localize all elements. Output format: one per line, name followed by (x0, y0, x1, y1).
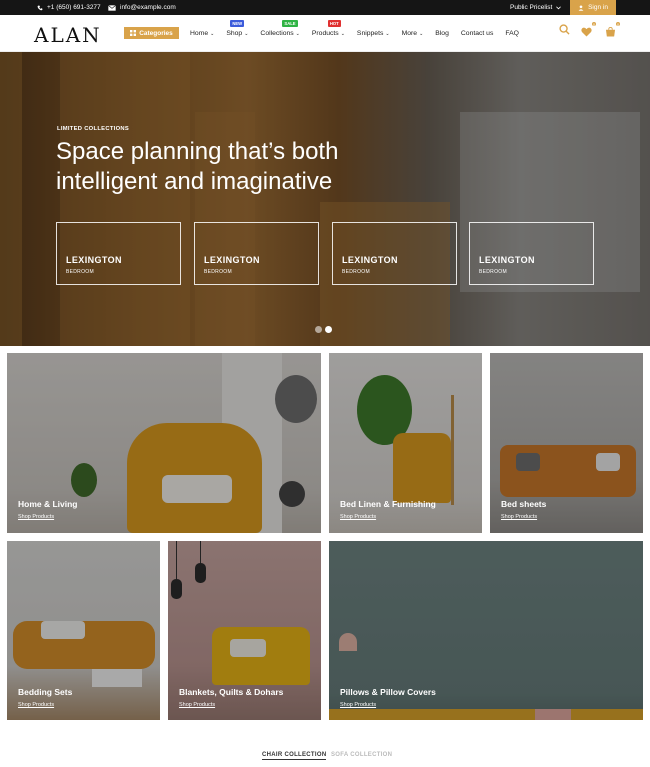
nav-collections-label: Collections (260, 30, 294, 37)
collection-tile-pillows[interactable]: Pillows & Pillow Covers Shop Products (329, 541, 643, 720)
nav-snippets[interactable]: Snippets ⌄ (357, 30, 390, 37)
nav-home-label: Home (190, 30, 209, 37)
hero-card-subtitle: BEDROOM (204, 269, 232, 275)
shop-products-link[interactable]: Shop Products (18, 514, 54, 520)
collection-tabs: CHAIR COLLECTION SOFA COLLECTION (0, 750, 650, 764)
badge-sale: SALE (282, 20, 298, 27)
pricelist-label: Public Pricelist (510, 4, 553, 11)
nav-contact-label: Contact us (460, 30, 494, 37)
hero-card[interactable]: LEXINGTON BEDROOM (469, 222, 594, 285)
collection-tile-blankets[interactable]: Blankets, Quilts & Dohars Shop Products (168, 541, 321, 720)
top-bar: +1 (650) 691-3277 info@example.com Publi… (0, 0, 650, 15)
nav-shop[interactable]: NEW Shop ⌄ (226, 20, 249, 37)
badge-hot: HOT (327, 20, 341, 27)
hero-card[interactable]: LEXINGTON BEDROOM (332, 222, 457, 285)
tile-title: Pillows & Pillow Covers (340, 687, 436, 697)
phone-contact[interactable]: +1 (650) 691-3277 (37, 0, 101, 15)
hero-card[interactable]: LEXINGTON BEDROOM (194, 222, 319, 285)
site-logo[interactable]: ALAN (34, 23, 102, 47)
tile-title: Home & Living (18, 499, 78, 509)
collection-tile-bed-linen[interactable]: Bed Linen & Furnishing Shop Products (329, 353, 482, 533)
collection-tile-bed-sheets[interactable]: Bed sheets Shop Products (490, 353, 643, 533)
wishlist-count: 0 (591, 21, 597, 27)
badge-new: NEW (230, 20, 245, 27)
hero-card-title: LEXINGTON (342, 255, 398, 265)
categories-label: Categories (139, 29, 173, 37)
chevron-down-icon: ⌄ (295, 30, 300, 37)
slider-dots (315, 326, 332, 333)
chevron-down-icon: ⌄ (244, 30, 249, 37)
tab-sofa-collection[interactable]: SOFA COLLECTION (331, 752, 392, 758)
hero-card-subtitle: BEDROOM (342, 269, 370, 275)
cart-button[interactable]: 0 (605, 21, 621, 37)
email-contact[interactable]: info@example.com (108, 0, 176, 15)
categories-button[interactable]: Categories (124, 27, 179, 39)
tile-title: Bedding Sets (18, 687, 73, 697)
hero-card-title: LEXINGTON (479, 255, 535, 265)
main-header: ALAN Categories Home ⌄ NEW Shop ⌄ SALE Colle… (0, 15, 650, 52)
user-icon (578, 4, 584, 11)
shop-products-link[interactable]: Shop Products (18, 702, 54, 708)
tile-title: Bed Linen & Furnishing (340, 499, 436, 509)
hero-card-title: LEXINGTON (66, 255, 122, 265)
hero-card[interactable]: LEXINGTON BEDROOM (56, 222, 181, 285)
shop-products-link[interactable]: Shop Products (179, 702, 215, 708)
slider-dot-active[interactable] (325, 326, 332, 333)
hero-title: Space planning that’s both intelligent a… (56, 138, 339, 195)
chevron-down-icon: ⌄ (210, 30, 215, 37)
nav-blog-label: Blog (435, 30, 449, 37)
phone-icon (37, 5, 43, 10)
grid-icon (130, 30, 137, 36)
slider-dot[interactable] (315, 326, 322, 333)
hero-card-subtitle: BEDROOM (66, 269, 94, 275)
nav-shop-label: Shop (226, 30, 243, 37)
tile-title: Blankets, Quilts & Dohars (179, 687, 284, 697)
hero-slider: LIMITED COLLECTIONS Space planning that’… (0, 52, 650, 346)
nav-products[interactable]: HOT Products ⌄ (311, 20, 345, 37)
hero-card-subtitle: BEDROOM (479, 269, 507, 275)
nav-snippets-label: Snippets (356, 30, 384, 37)
tile-title: Bed sheets (501, 499, 547, 509)
nav-contact[interactable]: Contact us (461, 30, 494, 37)
header-icons: 0 0 (559, 21, 621, 37)
nav-collections[interactable]: SALE Collections ⌄ (260, 20, 300, 37)
nav-more[interactable]: More ⌄ (402, 30, 424, 37)
hero-overlay (0, 52, 650, 346)
wishlist-button[interactable]: 0 (581, 21, 597, 37)
cart-count: 0 (615, 21, 621, 27)
nav-more-label: More (401, 30, 418, 37)
shop-products-link[interactable]: Shop Products (501, 514, 537, 520)
pricelist-dropdown[interactable]: Public Pricelist (510, 0, 562, 15)
collection-tile-bedding-sets[interactable]: Bedding Sets Shop Products (7, 541, 160, 720)
collection-tile-home-living[interactable]: Home & Living Shop Products (7, 353, 321, 533)
chevron-down-icon: ⌄ (385, 30, 390, 37)
phone-number: +1 (650) 691-3277 (47, 4, 101, 11)
hero-eyebrow: LIMITED COLLECTIONS (57, 126, 130, 132)
nav-faq[interactable]: FAQ (505, 30, 519, 37)
search-icon[interactable] (559, 24, 570, 35)
email-address: info@example.com (120, 4, 176, 11)
chevron-down-icon (556, 5, 562, 9)
sign-in-label: Sign in (588, 4, 608, 11)
shopping-bag-icon (605, 26, 616, 37)
chevron-down-icon: ⌄ (419, 30, 424, 37)
nav-faq-label: FAQ (505, 30, 519, 37)
shop-products-link[interactable]: Shop Products (340, 702, 376, 708)
mail-icon (108, 4, 116, 11)
tab-chair-collection[interactable]: CHAIR COLLECTION (262, 752, 327, 760)
nav-blog[interactable]: Blog (435, 30, 449, 37)
nav-products-label: Products (311, 30, 339, 37)
nav-home[interactable]: Home ⌄ (190, 30, 214, 37)
heart-icon (581, 27, 592, 37)
shop-products-link[interactable]: Shop Products (340, 514, 376, 520)
main-nav: Home ⌄ NEW Shop ⌄ SALE Collections ⌄ HOT Produ… (190, 15, 531, 52)
sign-in-button[interactable]: Sign in (570, 0, 616, 15)
chevron-down-icon: ⌄ (340, 30, 345, 37)
hero-card-title: LEXINGTON (204, 255, 260, 265)
